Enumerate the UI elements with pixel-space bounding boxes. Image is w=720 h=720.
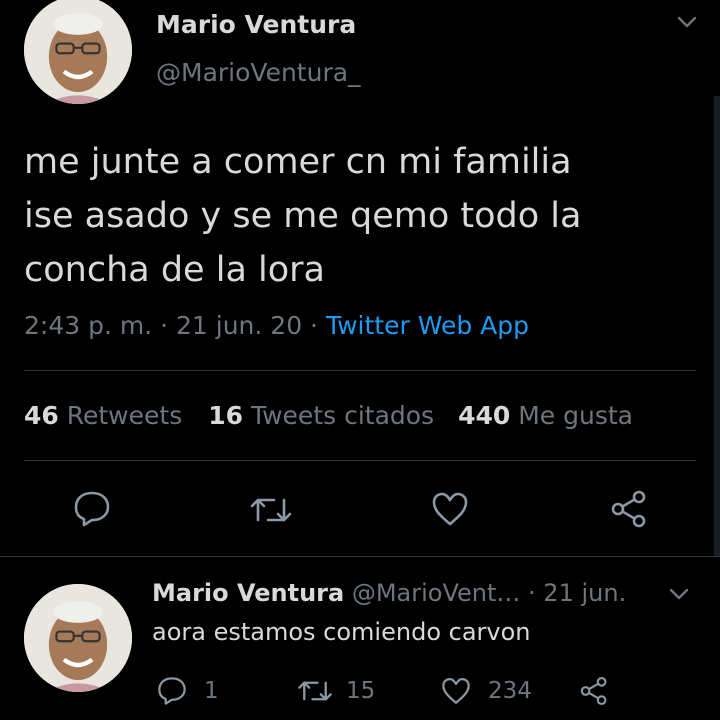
share-icon[interactable] <box>608 488 650 530</box>
likes-count: 440 <box>458 401 511 430</box>
quotes-label: Tweets citados <box>250 401 435 430</box>
reply-date[interactable]: · 21 jun. <box>520 579 626 607</box>
chevron-down-icon[interactable] <box>676 14 698 30</box>
reply-count: 1 <box>204 678 219 704</box>
separator: · <box>302 311 326 340</box>
reply-icon <box>156 676 188 706</box>
retweets-stat[interactable]: 46 Retweets <box>24 401 182 430</box>
likes-stat[interactable]: 440 Me gusta <box>458 401 633 430</box>
avatar[interactable] <box>24 584 132 692</box>
retweet-icon[interactable] <box>248 492 294 528</box>
tweet-date[interactable]: 21 jun. 20 <box>176 311 302 340</box>
tweet-text: me junte a comer cn mi familia ise asado… <box>24 135 581 297</box>
retweets-count: 46 <box>24 401 59 430</box>
tweet-text-line: me junte a comer cn mi familia <box>24 142 572 182</box>
tweet-text-line: concha de la lora <box>24 250 325 290</box>
tweet-client-link[interactable]: Twitter Web App <box>326 311 529 340</box>
divider <box>0 556 720 557</box>
retweets-label: Retweets <box>66 401 183 430</box>
reply-header: Mario Ventura @MarioVent… · 21 jun. <box>152 579 626 607</box>
author-handle[interactable]: @MarioVentura_ <box>156 58 361 87</box>
retweet-count: 15 <box>346 678 376 704</box>
separator: · <box>152 311 176 340</box>
likes-label: Me gusta <box>518 401 633 430</box>
reply-like-action[interactable]: 234 <box>440 676 532 706</box>
reply-text: aora estamos comiendo carvon <box>152 618 531 646</box>
like-icon <box>440 676 472 706</box>
retweet-icon <box>296 676 334 706</box>
tweet-time[interactable]: 2:43 p. m. <box>24 311 152 340</box>
quotes-count: 16 <box>208 401 244 430</box>
like-count: 234 <box>488 678 532 704</box>
avatar[interactable] <box>24 0 132 104</box>
quotes-stat[interactable]: 16 Tweets citados <box>208 401 434 430</box>
like-icon[interactable] <box>430 490 470 528</box>
reply-reply-action[interactable]: 1 <box>156 676 219 706</box>
author-name[interactable]: Mario Ventura <box>156 10 356 39</box>
tweet-meta: 2:43 p. m. · 21 jun. 20 · Twitter Web Ap… <box>24 311 529 340</box>
divider <box>24 370 696 371</box>
scrollbar[interactable] <box>714 96 720 556</box>
share-icon[interactable] <box>578 674 610 708</box>
chevron-down-icon[interactable] <box>668 586 690 602</box>
tweet-text-line: ise asado y se me qemo todo la <box>24 196 582 236</box>
reply-author-name[interactable]: Mario Ventura <box>152 579 344 607</box>
divider <box>24 460 696 461</box>
tweet-stats: 46 Retweets 16 Tweets citados 440 Me gusta <box>24 401 633 430</box>
reply-icon[interactable] <box>72 490 112 528</box>
reply-retweet-action[interactable]: 15 <box>296 676 375 706</box>
reply-author-handle[interactable]: @MarioVent… <box>352 579 521 607</box>
